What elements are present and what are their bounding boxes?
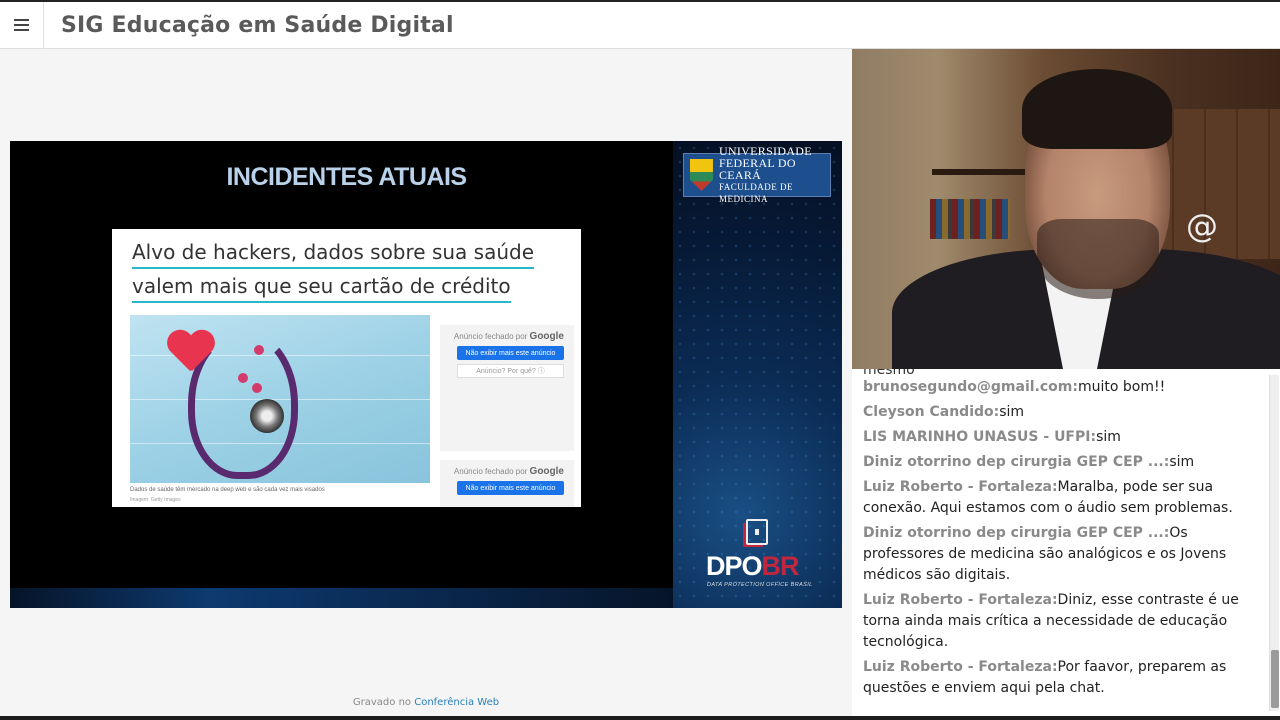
conferencia-web-link[interactable]: Conferência Web — [414, 697, 499, 708]
chat-scrollbar[interactable] — [1269, 375, 1279, 711]
at-sign-icon: @ — [1186, 207, 1218, 245]
chat-message: LIS MARINHO UNASUS - UFPI:sim — [863, 427, 1258, 448]
chat-message: Cleyson Candido:sim — [863, 402, 1258, 423]
recorded-prefix: Gravado no — [352, 697, 412, 708]
chat-text: sim — [1096, 429, 1121, 445]
hide-ad-button[interactable]: Não exibir mais este anúncio — [457, 481, 564, 495]
article-headline: Alvo de hackers, dados sobre sua saúde v… — [132, 235, 552, 303]
slide-title: INCIDENTES ATUAIS — [226, 163, 467, 191]
chat-text: sim — [1169, 454, 1195, 470]
headline-line2: valem mais que seu cartão de crédito — [132, 271, 511, 303]
headline-line1: Alvo de hackers, dados sobre sua saúde — [132, 237, 535, 269]
news-article-screenshot: Alvo de hackers, dados sobre sua saúde v… — [112, 229, 581, 507]
hide-ad-button[interactable]: Não exibir mais este anúncio — [457, 346, 564, 360]
chat-message: Luiz Roberto - Fortaleza:Diniz, esse con… — [863, 590, 1258, 653]
stethoscope-photo — [130, 315, 430, 483]
closed-ad-2: Anúncio fechado por Google Não exibir ma… — [440, 460, 574, 507]
hamburger-menu-icon[interactable] — [0, 1, 44, 49]
app-title: SIG Educação em Saúde Digital — [61, 12, 454, 38]
dpobr-subtitle: DATA PROTECTION OFFICE BRASIL — [707, 582, 813, 588]
top-bar: SIG Educação em Saúde Digital — [0, 0, 1280, 49]
chat-scrollbar-thumb[interactable] — [1271, 650, 1279, 708]
chat-author: Diniz otorrino dep cirurgia GEP CEP ...: — [863, 525, 1170, 541]
ad-closed-label: Anúncio fechado por — [453, 467, 528, 476]
chat-message: Luiz Roberto - Fortaleza:Por faavor, pre… — [863, 657, 1258, 699]
chat-author: Luiz Roberto - Fortaleza: — [863, 592, 1058, 608]
heart-icon — [166, 331, 214, 375]
google-logo: Google — [529, 331, 564, 342]
chat-author: Luiz Roberto - Fortaleza: — [863, 479, 1058, 495]
chat-message: Luiz Roberto - Fortaleza:Maralba, pode s… — [863, 477, 1258, 519]
chat-author: Diniz otorrino dep cirurgia GEP CEP ...: — [863, 454, 1170, 470]
university-crest-icon — [690, 159, 713, 191]
university-logo: UNIVERSIDADE FEDERAL DO CEARÁ FACULDADE … — [683, 145, 831, 204]
chat-message: Diniz otorrino dep cirurgia GEP CEP ...:… — [863, 523, 1258, 586]
photo-credit: Imagem: Getty Images — [130, 497, 181, 503]
chat-message: Diniz otorrino dep cirurgia GEP CEP ...:… — [863, 452, 1258, 473]
speaker-webcam-video: @ — [852, 49, 1280, 369]
chat-text: muito bom!! — [1077, 379, 1166, 395]
presentation-slide: INCIDENTES ATUAIS UNIVERSIDADE FEDERAL D… — [10, 141, 842, 608]
chat-author: Cleyson Candido: — [863, 404, 1000, 420]
chat-message-list: mesmo brunosegundo@gmail.com:muito bom!!… — [863, 369, 1258, 703]
closed-ad-1: Anúncio fechado por Google Não exibir ma… — [440, 325, 574, 451]
document-lock-icon — [746, 519, 768, 545]
chat-text: sim — [999, 404, 1025, 420]
dpobr-logo: DPOBR — [706, 551, 826, 582]
chat-author: brunosegundo@gmail.com: — [863, 379, 1078, 395]
chat-author: LIS MARINHO UNASUS - UFPI: — [863, 429, 1097, 445]
chat-message: brunosegundo@gmail.com:muito bom!! — [863, 377, 1258, 398]
ad-closed-label: Anúncio fechado por — [453, 332, 528, 341]
university-line3: FACULDADE DE MEDICINA — [718, 182, 794, 204]
university-line2: FEDERAL DO CEARÁ — [718, 156, 796, 182]
google-logo: Google — [529, 466, 564, 477]
chat-message-partial: mesmo — [863, 369, 915, 377]
photo-caption: Dados de saúde têm mercado na deep web e… — [130, 487, 325, 493]
dpo-text: DPO — [706, 551, 763, 581]
br-text: BR — [761, 551, 800, 581]
slide-bottom-strip — [10, 588, 673, 608]
chat-author: Luiz Roberto - Fortaleza: — [863, 659, 1058, 675]
recorded-footer: Gravado no Conferência Web — [0, 697, 852, 708]
why-ad-button[interactable]: Anúncio? Por quê? ⓘ — [457, 364, 564, 378]
chat-panel[interactable]: mesmo brunosegundo@gmail.com:muito bom!!… — [852, 369, 1280, 716]
